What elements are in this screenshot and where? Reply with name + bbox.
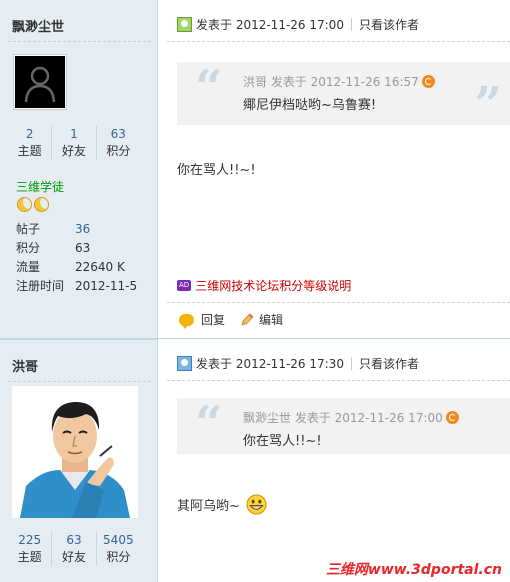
stat-friends[interactable]: 63 好友 (52, 532, 97, 566)
post-actions: 回复 编辑 (179, 311, 297, 329)
post-body: 其阿乌哟~ (177, 494, 267, 515)
online-icon (177, 17, 192, 32)
grin-emoji-icon (246, 494, 267, 515)
info-key: 注册时间 (16, 279, 65, 293)
divider (8, 41, 151, 42)
ad-text-link[interactable]: 三维网技术论坛积分等级说明 (195, 277, 351, 294)
divider (167, 302, 510, 303)
only-author-link[interactable]: 只看该作者 (359, 355, 419, 372)
quote-meta: 飘渺尘世 发表于 2012-11-26 17:00 (243, 409, 459, 426)
author-stats: 2 主题 1 好友 63 积分 (8, 126, 140, 160)
separator (350, 18, 352, 31)
info-key: 帖子 (16, 222, 41, 236)
reply-icon (179, 313, 194, 329)
edit-button[interactable]: 编辑 (239, 311, 283, 328)
moon-icon (17, 197, 32, 212)
user-info: 帖子 36 积分 63 流量 22640 K 注册时间 2012-11-5 (16, 220, 137, 296)
quote-open-icon: “ (195, 60, 223, 116)
quote-open-icon: “ (195, 396, 223, 452)
quote-text: 你在骂人!!~! (243, 434, 322, 449)
separator (350, 357, 352, 370)
offline-icon (177, 356, 192, 371)
quote-meta: 洪哥 发表于 2012-11-26 16:57 (243, 73, 435, 90)
quote-block: “ 洪哥 发表于 2012-11-26 16:57 鄊尼伊档哒哟~乌鲁赛! ” (177, 60, 510, 129)
stat-topics[interactable]: 2 主题 (8, 126, 53, 160)
info-key: 积分 (16, 241, 41, 255)
user-avatar-image (12, 386, 138, 518)
user-rank[interactable]: 三维学徒 (16, 178, 64, 195)
post-1: 飘渺尘世 2 主题 1 好友 63 积分 三维学徒 帖子 36 积分 63 流量 22640… (0, 0, 510, 339)
default-user-icon (24, 66, 56, 103)
author-name[interactable]: 洪哥 (12, 356, 38, 375)
avatar[interactable] (12, 386, 138, 518)
ad-badge-icon: AD (177, 280, 192, 291)
post-header: 发表于 2012-11-26 17:30 只看该作者 (177, 355, 510, 372)
stat-friends[interactable]: 1 好友 (52, 126, 97, 160)
only-author-link[interactable]: 只看该作者 (359, 16, 419, 33)
quote-text: 鄊尼伊档哒哟~乌鲁赛! (243, 98, 377, 113)
post-header: 发表于 2012-11-26 17:00 只看该作者 (177, 16, 510, 33)
reply-button[interactable]: 回复 (179, 311, 226, 329)
back-link-icon[interactable] (445, 411, 459, 424)
quote-author-time: 飘渺尘世 发表于 2012-11-26 17:00 (243, 411, 443, 425)
pencil-icon (241, 312, 254, 326)
ad-line[interactable]: AD 三维网技术论坛积分等级说明 (177, 277, 351, 294)
author-name[interactable]: 飘渺尘世 (12, 16, 64, 35)
info-value: 63 (75, 241, 91, 255)
quote-close-icon: ” (474, 77, 502, 133)
back-link-icon[interactable] (421, 75, 435, 88)
post-time: 发表于 2012-11-26 17:30 (196, 357, 344, 371)
post-body-text: 其阿乌哟~ (177, 499, 240, 514)
info-key: 流量 (16, 260, 41, 274)
info-value: 22640 K (75, 260, 125, 274)
quote-author-time: 洪哥 发表于 2012-11-26 16:57 (243, 75, 419, 89)
avatar[interactable] (13, 54, 67, 110)
author-sidebar: 飘渺尘世 2 主题 1 好友 63 积分 三维学徒 帖子 36 积分 63 流量 22640… (0, 0, 158, 338)
post-body: 你在骂人!!~! (177, 163, 256, 178)
post-time: 发表于 2012-11-26 17:00 (196, 18, 344, 32)
quote-block: “ 飘渺尘世 发表于 2012-11-26 17:00 你在骂人!!~! (177, 398, 510, 454)
info-value: 2012-11-5 (75, 279, 138, 293)
reply-label: 回复 (201, 313, 226, 327)
watermark-logo: 三维网www.3dportal.cn (325, 562, 502, 578)
post-content: 发表于 2012-11-26 17:30 只看该作者 “ 飘渺尘世 发表于 20… (159, 339, 510, 582)
divider (167, 380, 510, 381)
divider (167, 41, 510, 42)
stat-points[interactable]: 5405 积分 (97, 532, 140, 566)
moon-icon (34, 197, 49, 212)
divider (8, 381, 151, 382)
stat-points[interactable]: 63 积分 (97, 126, 140, 160)
post-content: 发表于 2012-11-26 17:00 只看该作者 “ 洪哥 发表于 2012… (159, 0, 510, 338)
info-value[interactable]: 36 (75, 220, 90, 239)
author-stats: 225 主题 63 好友 5405 积分 (8, 532, 140, 566)
rank-stars (17, 197, 49, 212)
edit-label: 编辑 (259, 313, 284, 327)
stat-topics[interactable]: 225 主题 (8, 532, 53, 566)
